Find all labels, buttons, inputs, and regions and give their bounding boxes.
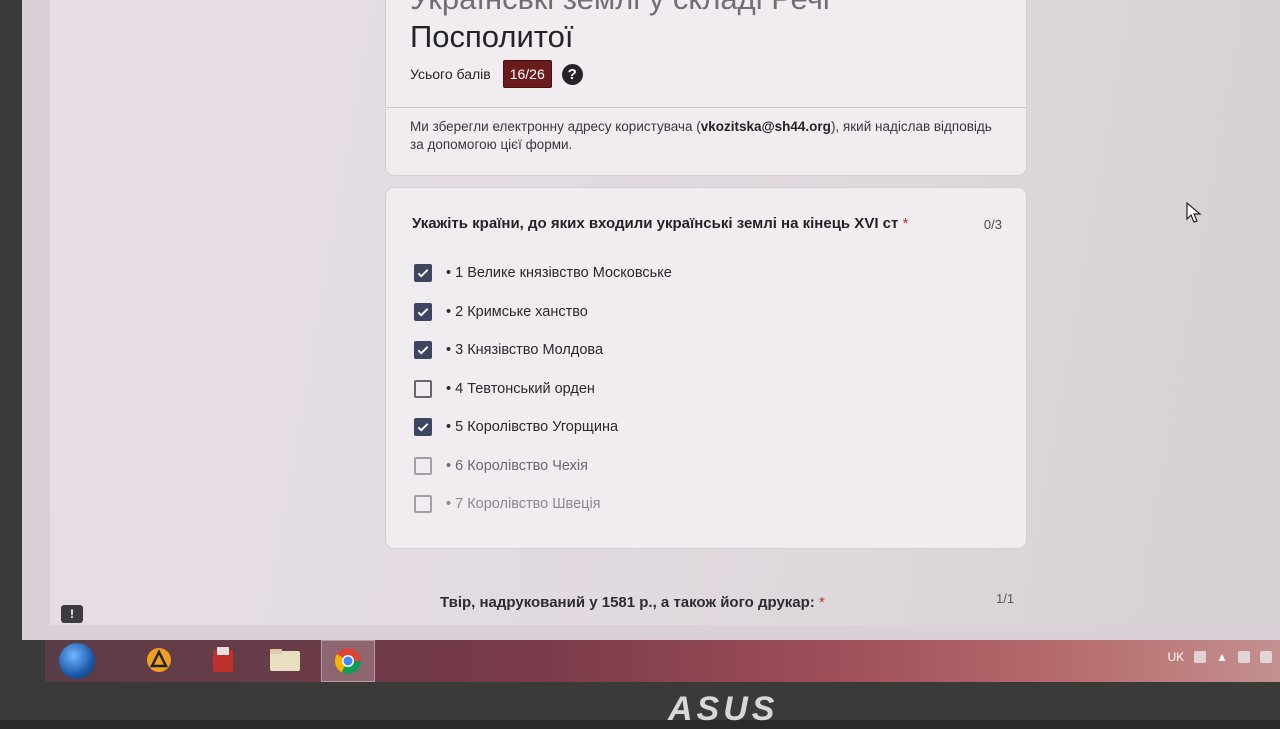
option-label: • 1 Велике князівство Московське [446,265,672,281]
help-icon[interactable]: ? [561,63,583,85]
language-indicator[interactable]: UK [1167,650,1184,664]
score-label: Усього балів [410,66,491,82]
score-badge: 16/26 [502,60,552,88]
option-6[interactable]: • 6 Королівство Чехія [414,457,588,475]
system-tray: UK ▲ [1167,650,1272,664]
feedback-icon[interactable]: ! [61,605,83,623]
required-mark: * [902,215,909,232]
option-label: • 3 Князівство Молдова [446,342,604,358]
tray-volume-icon[interactable] [1260,651,1272,663]
option-2[interactable]: • 2 Кримське ханство [414,303,588,321]
option-label: • 5 Королівство Угорщина [446,419,619,435]
option-5[interactable]: • 5 Королівство Угорщина [414,418,618,436]
option-1[interactable]: • 1 Велике князівство Московське [414,264,672,282]
windows-start-icon[interactable] [59,643,95,679]
checkbox-unchecked[interactable] [414,457,432,475]
file-manager-icon[interactable] [197,640,249,680]
checkbox-checked[interactable] [414,341,432,359]
question-title-text: Укажіть країни, до яких входили українсь… [412,215,899,232]
option-label: • 2 Кримське ханство [446,304,588,320]
question-card: Укажіть країни, до яких входили українсь… [386,188,1026,548]
required-mark: * [818,594,825,611]
chrome-icon[interactable] [321,640,375,682]
option-7[interactable]: • 7 Королівство Швеція [414,495,601,513]
option-label: • 7 Королівство Швеція [446,496,601,512]
check-icon [417,423,429,432]
tray-keyboard-icon[interactable] [1194,651,1207,663]
check-icon [417,346,429,355]
divider [386,107,1026,108]
question2-title-text: Твір, надрукований у 1581 р., а також йо… [440,594,815,611]
explorer-icon[interactable] [259,640,311,680]
checkbox-checked[interactable] [414,303,432,321]
question-points: 0/3 [983,217,1002,232]
form-title-line1: Українські землі у складі Речі [410,0,1010,18]
form-title: Українські землі у складі Речі Посполито… [410,0,1010,56]
question2-points: 1/1 [996,591,1015,606]
option-label: • 4 Тевтонський орден [446,381,595,397]
option-label: • 6 Королівство Чехія [446,458,588,474]
asus-logo: ASUS [668,690,779,728]
option-3[interactable]: • 3 Князівство Молдова [414,341,603,359]
check-icon [417,269,429,278]
form-title-line2: Посполитої [410,19,574,54]
checkbox-unchecked[interactable] [414,495,432,513]
option-4[interactable]: • 4 Тевтонський орден [414,380,595,398]
email-notice: Ми зберегли електронну адресу користувач… [410,118,1000,154]
question2-title: Твір, надрукований у 1581 р., а також йо… [440,594,825,611]
mouse-cursor-icon [1186,202,1202,223]
form-header-card: Українські землі у складі Речі Посполито… [386,0,1026,175]
checkbox-unchecked[interactable] [414,380,432,398]
email-notice-prefix: Ми зберегли електронну адресу користувач… [410,119,701,134]
question-title: Укажіть країни, до яких входили українсь… [412,215,908,232]
check-icon [417,308,429,317]
tray-network-icon[interactable] [1238,651,1250,663]
checkbox-checked[interactable] [414,264,432,282]
tray-expand-icon[interactable]: ▲ [1216,650,1228,664]
user-email: vkozitska@sh44.org [700,119,831,134]
taskbar: UK ▲ [45,640,1280,682]
avast-icon[interactable] [133,640,185,680]
score-row: Усього балів 16/26 ? [410,60,583,88]
checkbox-checked[interactable] [414,418,432,436]
